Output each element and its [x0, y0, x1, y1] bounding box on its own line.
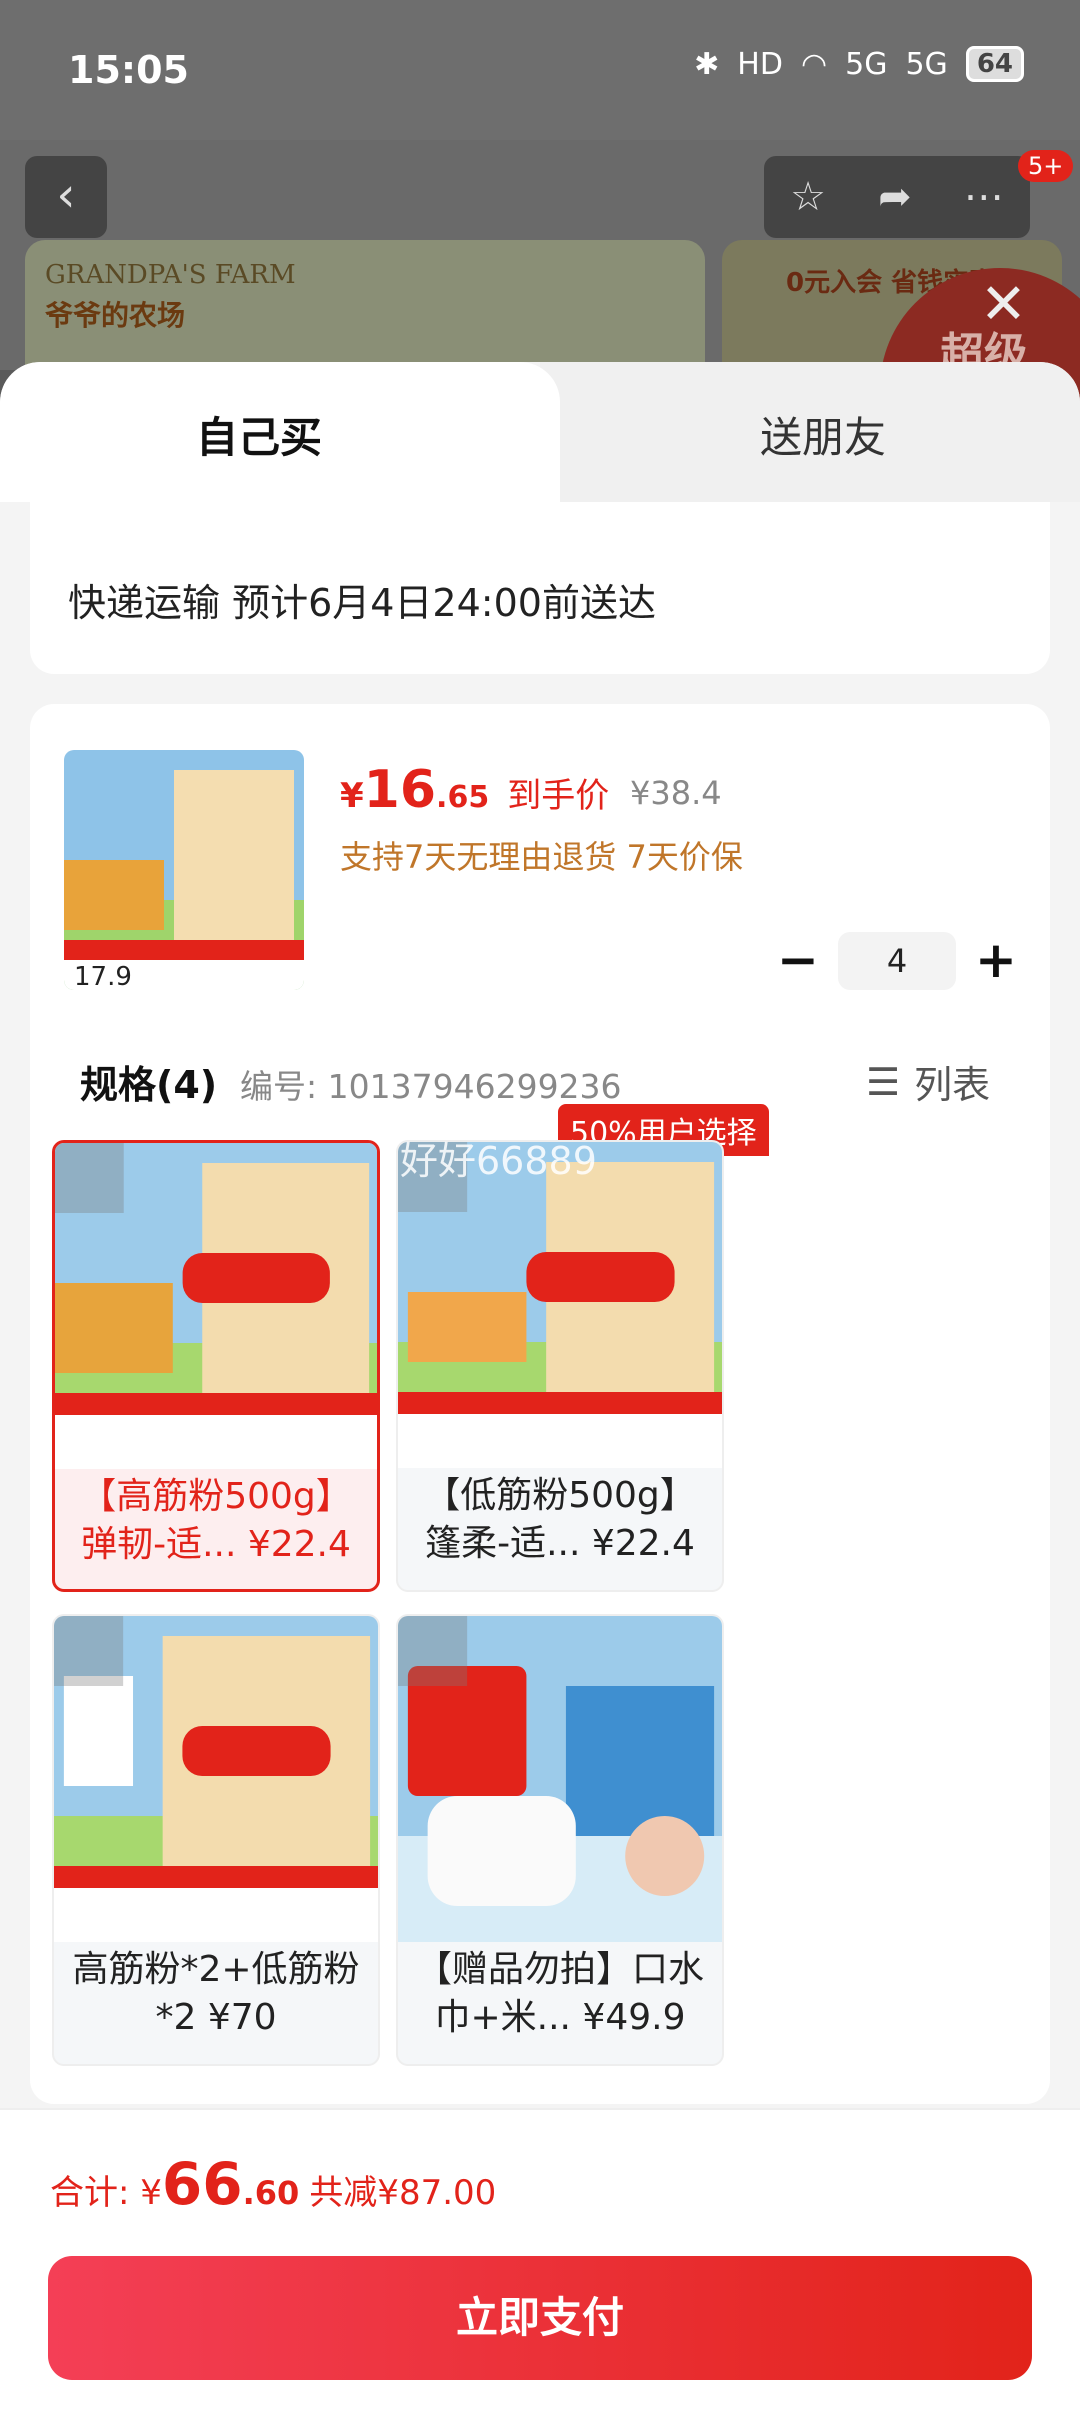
pay-now-button[interactable]: 立即支付 — [48, 2256, 1032, 2380]
spec-title: 规格(4) — [80, 1063, 218, 1107]
battery-icon: 64 — [965, 46, 1024, 82]
svg-text:17.9: 17.9 — [74, 962, 132, 990]
total-discount: 共减¥87.00 — [309, 2173, 497, 2213]
product-code: 编号: 10137946299236 — [240, 1067, 622, 1106]
bluetooth-icon: ✱ — [694, 46, 720, 82]
increase-button[interactable]: + — [968, 933, 1024, 989]
product-page-header: ‹ ☆ ➦ ⋯ 5+ GRANDPA'S FARM 爷爷的农场 0元入会 省钱实… — [0, 140, 1080, 508]
spec-option-label: 【低筋粉500g】篷柔-适... ¥22.4 — [424, 1475, 696, 1564]
checkout-bar: 合计: ¥ 66 .60 共减¥87.00 立即支付 — [0, 2108, 1080, 2412]
notification-badge: 5+ — [1018, 150, 1074, 182]
quantity-stepper: − 4 + — [770, 932, 1024, 990]
delivery-text: 快递运输 预计6月4日24:00前送达 — [68, 581, 656, 625]
spec-option-low-gluten[interactable]: 【低筋粉500g】篷柔-适... ¥22.4 — [396, 1140, 724, 1592]
order-total: 合计: ¥ 66 .60 共减¥87.00 — [50, 2150, 497, 2218]
back-button[interactable]: ‹ — [25, 156, 107, 238]
status-time: 15:05 — [68, 48, 189, 92]
header-actions: ☆ ➦ ⋯ — [764, 156, 1030, 238]
deal-price: ¥ 16 .65 到手价 — [340, 760, 610, 820]
spec-option-label: 高筋粉*2+低筋粉*2 ¥70 — [72, 1949, 360, 2038]
brand-logo: GRANDPA'S FARM 爷爷的农场 — [45, 260, 296, 332]
quantity-input[interactable]: 4 — [838, 932, 956, 990]
spec-option-gift[interactable]: 【赠品勿拍】口水巾+米... ¥49.9 — [396, 1614, 724, 2066]
more-icon[interactable]: ⋯ — [964, 174, 1004, 220]
list-view-toggle[interactable]: ☰ 列表 — [866, 1054, 990, 1109]
spec-option-label: 【高筋粉500g】弹韧-适... ¥22.4 — [80, 1476, 352, 1565]
purchase-tabs: 送朋友 自己买 — [0, 362, 1080, 502]
signal-icon-2: 5G — [905, 46, 948, 82]
service-guarantee: 支持7天无理由退货 7天价保 — [340, 838, 743, 876]
hd-icon: HD — [737, 46, 783, 82]
spec-option-combo[interactable]: 高筋粉*2+低筋粉*2 ¥70 — [52, 1614, 380, 2066]
spec-option-image — [398, 1616, 722, 1942]
tab-buy-self[interactable]: 自己买 — [0, 362, 560, 502]
spec-option-image — [55, 1143, 377, 1469]
watermark: 好好66889 — [400, 1139, 597, 1183]
original-price: ¥38.4 — [630, 774, 722, 812]
list-icon: ☰ — [866, 1059, 901, 1104]
close-icon[interactable]: ✕ — [980, 272, 1027, 337]
purchase-sheet: 送朋友 自己买 快递运输 预计6月4日24:00前送达 17.9 ¥ 16 .6… — [0, 362, 1080, 2412]
favorite-star-icon[interactable]: ☆ — [790, 174, 826, 220]
status-bar: 15:05 ✱ HD ◠ 5G 5G 64 — [0, 0, 1080, 140]
spec-option-high-gluten[interactable]: 【高筋粉500g】弹韧-适... ¥22.4 — [52, 1140, 380, 1592]
tab-send-friend[interactable]: 送朋友 — [540, 362, 1080, 502]
share-icon[interactable]: ➦ — [878, 174, 912, 220]
product-thumbnail: 17.9 — [64, 750, 304, 990]
spec-option-image — [398, 1142, 722, 1468]
delivery-info: 快递运输 预计6月4日24:00前送达 — [30, 502, 1050, 674]
status-icons: ✱ HD ◠ 5G 5G 64 — [694, 46, 1024, 82]
product-card: 17.9 ¥ 16 .65 到手价 ¥38.4 支持7天无理由退货 7天价保 −… — [30, 704, 1050, 2104]
spec-option-label: 【赠品勿拍】口水巾+米... ¥49.9 — [415, 1949, 704, 2038]
decrease-button[interactable]: − — [770, 933, 826, 989]
wifi-icon: ◠ — [800, 46, 828, 82]
signal-icon-1: 5G — [845, 46, 888, 82]
spec-option-image — [54, 1616, 378, 1942]
